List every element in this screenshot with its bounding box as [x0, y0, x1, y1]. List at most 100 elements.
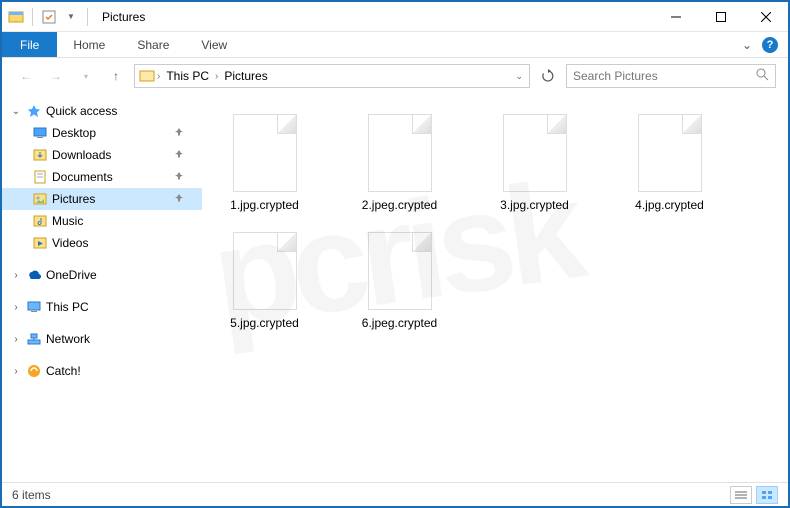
tab-share[interactable]: Share — [121, 32, 185, 57]
details-view-button[interactable] — [730, 486, 752, 504]
search-box[interactable] — [566, 64, 776, 88]
properties-icon[interactable] — [41, 9, 57, 25]
maximize-button[interactable] — [698, 2, 743, 32]
sidebar-item-label: OneDrive — [46, 268, 97, 282]
recent-dropdown[interactable]: ▾ — [74, 64, 98, 88]
sidebar-quick-access[interactable]: ⌄ Quick access — [2, 100, 202, 122]
thumbnails-view-button[interactable] — [756, 486, 778, 504]
close-button[interactable] — [743, 2, 788, 32]
sidebar-item-label: Music — [52, 214, 83, 228]
pin-icon — [174, 170, 184, 184]
refresh-button[interactable] — [536, 64, 560, 88]
search-input[interactable] — [573, 69, 756, 83]
documents-icon — [32, 169, 48, 185]
file-item[interactable]: 4.jpg.crypted — [617, 114, 722, 212]
tab-home[interactable]: Home — [57, 32, 121, 57]
thispc-icon — [26, 299, 42, 315]
file-icon — [233, 232, 297, 310]
file-name: 6.jpeg.crypted — [362, 316, 437, 330]
sidebar-item-pictures[interactable]: Pictures — [2, 188, 202, 210]
help-icon[interactable]: ? — [762, 37, 778, 53]
navigation-pane: ⌄ Quick access Desktop Downloads Documents… — [2, 94, 202, 480]
chevron-right-icon[interactable]: › — [10, 366, 22, 377]
forward-button[interactable]: → — [44, 64, 68, 88]
catch-icon — [26, 363, 42, 379]
ribbon-chevron-icon[interactable]: ⌄ — [742, 38, 752, 52]
sidebar-item-onedrive[interactable]: › OneDrive — [2, 264, 202, 286]
file-item[interactable]: 2.jpeg.crypted — [347, 114, 452, 212]
sidebar-item-label: Quick access — [46, 104, 117, 118]
file-name: 3.jpg.crypted — [500, 198, 569, 212]
navigation-bar: ← → ▾ ↑ › This PC › Pictures ⌄ — [2, 58, 788, 94]
up-button[interactable]: ↑ — [104, 64, 128, 88]
minimize-button[interactable] — [653, 2, 698, 32]
sidebar-item-label: Desktop — [52, 126, 96, 140]
address-dropdown-icon[interactable]: ⌄ — [515, 71, 523, 82]
qat-dropdown-icon[interactable]: ▼ — [63, 9, 79, 25]
pin-icon — [174, 192, 184, 206]
file-grid[interactable]: 1.jpg.crypted 2.jpeg.crypted 3.jpg.crypted… — [202, 94, 788, 480]
pin-icon — [174, 148, 184, 162]
file-item[interactable]: 5.jpg.crypted — [212, 232, 317, 330]
breadcrumb-pictures[interactable]: Pictures — [220, 69, 271, 83]
file-icon — [233, 114, 297, 192]
breadcrumb-thispc[interactable]: This PC — [162, 69, 213, 83]
downloads-icon — [32, 147, 48, 163]
tab-view[interactable]: View — [185, 32, 243, 57]
file-item[interactable]: 6.jpeg.crypted — [347, 232, 452, 330]
separator — [87, 8, 88, 26]
pin-icon — [174, 126, 184, 140]
file-item[interactable]: 1.jpg.crypted — [212, 114, 317, 212]
separator — [32, 8, 33, 26]
file-icon — [638, 114, 702, 192]
sidebar-item-label: Documents — [52, 170, 113, 184]
onedrive-icon — [26, 267, 42, 283]
sidebar-item-downloads[interactable]: Downloads — [2, 144, 202, 166]
ribbon: File Home Share View ⌄ ? — [2, 32, 788, 58]
body: ⌄ Quick access Desktop Downloads Documents… — [2, 94, 788, 480]
status-text: 6 items — [12, 488, 51, 502]
sidebar-item-label: Catch! — [46, 364, 81, 378]
search-icon[interactable] — [756, 68, 769, 84]
window-controls — [653, 2, 788, 32]
status-bar: 6 items — [2, 482, 788, 506]
chevron-down-icon[interactable]: ⌄ — [10, 106, 22, 117]
sidebar-item-desktop[interactable]: Desktop — [2, 122, 202, 144]
sidebar-item-network[interactable]: › Network — [2, 328, 202, 350]
chevron-right-icon[interactable]: › — [10, 270, 22, 281]
sidebar-item-thispc[interactable]: ›This PC — [2, 296, 202, 318]
sidebar-item-label: Network — [46, 332, 90, 346]
sidebar-item-videos[interactable]: Videos — [2, 232, 202, 254]
file-tab[interactable]: File — [2, 32, 57, 57]
sidebar-item-label: Downloads — [52, 148, 111, 162]
explorer-icon — [8, 9, 24, 25]
file-icon — [368, 114, 432, 192]
window-title: Pictures — [102, 10, 145, 24]
pictures-icon — [32, 191, 48, 207]
star-icon — [26, 103, 42, 119]
back-button[interactable]: ← — [14, 64, 38, 88]
music-icon — [32, 213, 48, 229]
chevron-right-icon[interactable]: › — [215, 71, 218, 82]
sidebar-item-music[interactable]: Music — [2, 210, 202, 232]
file-icon — [503, 114, 567, 192]
file-icon — [368, 232, 432, 310]
location-icon — [139, 68, 155, 84]
file-item[interactable]: 3.jpg.crypted — [482, 114, 587, 212]
file-name: 5.jpg.crypted — [230, 316, 299, 330]
desktop-icon — [32, 125, 48, 141]
sidebar-item-label: Pictures — [52, 192, 95, 206]
chevron-right-icon[interactable]: › — [10, 302, 22, 313]
videos-icon — [32, 235, 48, 251]
quick-access-toolbar: ▼ Pictures — [2, 8, 151, 26]
chevron-right-icon[interactable]: › — [157, 71, 160, 82]
file-name: 1.jpg.crypted — [230, 198, 299, 212]
file-name: 4.jpg.crypted — [635, 198, 704, 212]
file-name: 2.jpeg.crypted — [362, 198, 437, 212]
sidebar-item-documents[interactable]: Documents — [2, 166, 202, 188]
address-bar[interactable]: › This PC › Pictures ⌄ — [134, 64, 530, 88]
chevron-right-icon[interactable]: › — [10, 334, 22, 345]
sidebar-item-label: Videos — [52, 236, 88, 250]
sidebar-item-catch[interactable]: › Catch! — [2, 360, 202, 382]
titlebar: ▼ Pictures — [2, 2, 788, 32]
